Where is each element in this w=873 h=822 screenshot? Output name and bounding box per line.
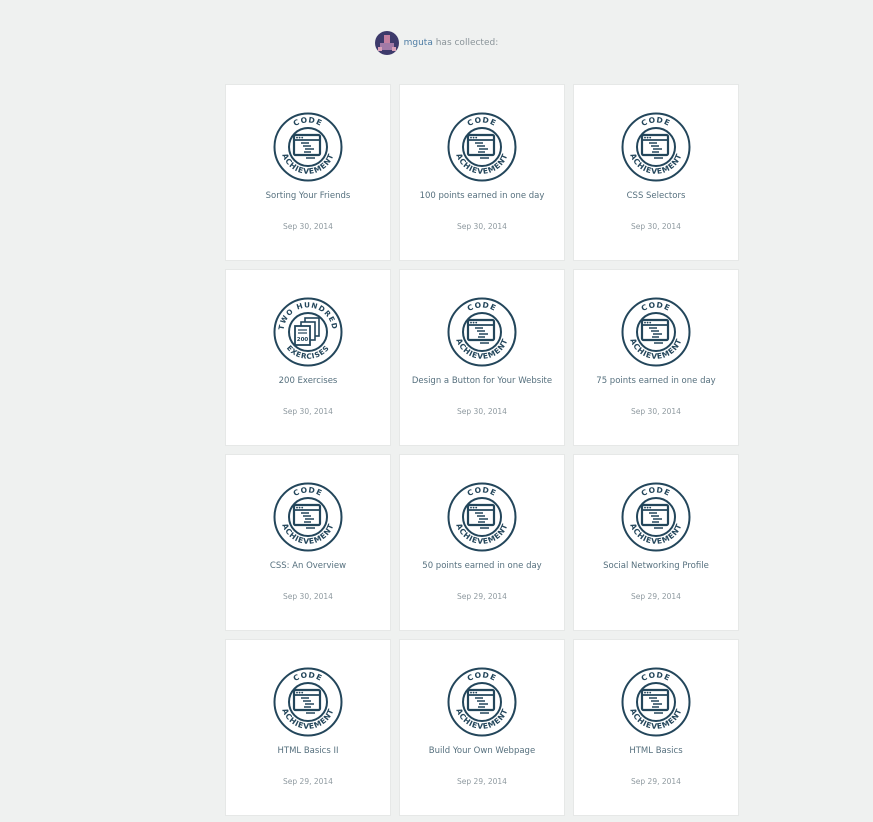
achievement-card[interactable]: CODE ACHIEVEMENT <box>400 270 564 445</box>
achievement-badge: CODE ACHIEVEMENT <box>447 667 517 737</box>
achievement-title: HTML Basics II <box>277 746 339 756</box>
achievement-title: HTML Basics <box>629 746 683 756</box>
achievement-date: Sep 30, 2014 <box>457 407 507 416</box>
avatar[interactable] <box>374 31 399 55</box>
achievement-title: Design a Button for Your Website <box>411 376 553 386</box>
achievement-badge: CODE ACHIEVEMENT <box>447 112 517 182</box>
achievement-title: Build Your Own Webpage <box>428 746 536 756</box>
achievement-badge: CODE ACHIEVEMENT <box>273 667 343 737</box>
achievement-date: Sep 30, 2014 <box>457 222 507 231</box>
achievements-page: mguta has collected: CODE ACHIEVEMENT So… <box>0 0 873 822</box>
achievement-title: CSS Selectors <box>626 191 686 201</box>
achievement-date: Sep 29, 2014 <box>457 777 507 786</box>
achievement-date: Sep 30, 2014 <box>631 222 681 231</box>
achievement-date: Sep 30, 2014 <box>283 222 333 231</box>
achievement-card[interactable]: CODE ACHIEVEMENT <box>574 85 738 260</box>
achievement-badge: CODE ACHIEVEMENT <box>273 482 343 552</box>
achievement-card[interactable]: CODE ACHIEVEMENT <box>574 455 738 630</box>
achievement-title: 200 Exercises <box>278 376 338 386</box>
achievement-badge: CODE ACHIEVEMENT <box>447 482 517 552</box>
achievement-card[interactable]: CODE ACHIEVEMENT <box>574 270 738 445</box>
achievement-date: Sep 29, 2014 <box>457 592 507 601</box>
username-link[interactable]: mguta <box>404 38 433 48</box>
achievement-badge: TWO HUNDRED EXERCISES 200 <box>273 297 343 367</box>
achievement-card[interactable]: TWO HUNDRED EXERCISES 200 200 Exercises S… <box>226 270 390 445</box>
achievement-badge: CODE ACHIEVEMENT <box>621 297 691 367</box>
achievement-badge: CODE ACHIEVEMENT <box>447 297 517 367</box>
achievement-title: CSS: An Overview <box>269 561 347 571</box>
svg-text:200: 200 <box>297 337 309 343</box>
achievement-date: Sep 29, 2014 <box>631 777 681 786</box>
achievement-badge: CODE ACHIEVEMENT <box>621 482 691 552</box>
achievement-badge: CODE ACHIEVEMENT <box>621 112 691 182</box>
achievement-title: 50 points earned in one day <box>422 561 542 571</box>
achievement-date: Sep 29, 2014 <box>631 592 681 601</box>
achievement-card[interactable]: CODE ACHIEVEMENT <box>226 455 390 630</box>
achievement-badge: CODE ACHIEVEMENT <box>621 667 691 737</box>
achievement-card[interactable]: CODE ACHIEVEMENT <box>574 640 738 815</box>
achievement-card[interactable]: CODE ACHIEVEMENT <box>226 640 390 815</box>
achievement-title: 100 points earned in one day <box>419 191 545 201</box>
collected-label: has collected: <box>435 38 499 48</box>
achievement-card[interactable]: CODE ACHIEVEMENT <box>400 455 564 630</box>
achievement-date: Sep 30, 2014 <box>283 407 333 416</box>
achievement-card[interactable]: CODE ACHIEVEMENT <box>226 85 390 260</box>
collector-header: mguta has collected: <box>0 31 873 55</box>
achievement-grid: CODE ACHIEVEMENT Sorting Your Friends Se… <box>226 85 738 815</box>
achievement-card[interactable]: CODE ACHIEVEMENT <box>400 85 564 260</box>
achievement-badge: CODE ACHIEVEMENT <box>273 112 343 182</box>
achievement-date: Sep 29, 2014 <box>283 777 333 786</box>
achievement-title: Sorting Your Friends <box>265 191 351 201</box>
achievement-title: Social Networking Profile <box>603 561 709 571</box>
achievement-date: Sep 30, 2014 <box>283 592 333 601</box>
achievement-date: Sep 30, 2014 <box>631 407 681 416</box>
achievement-title: 75 points earned in one day <box>596 376 716 386</box>
achievement-card[interactable]: CODE ACHIEVEMENT <box>400 640 564 815</box>
